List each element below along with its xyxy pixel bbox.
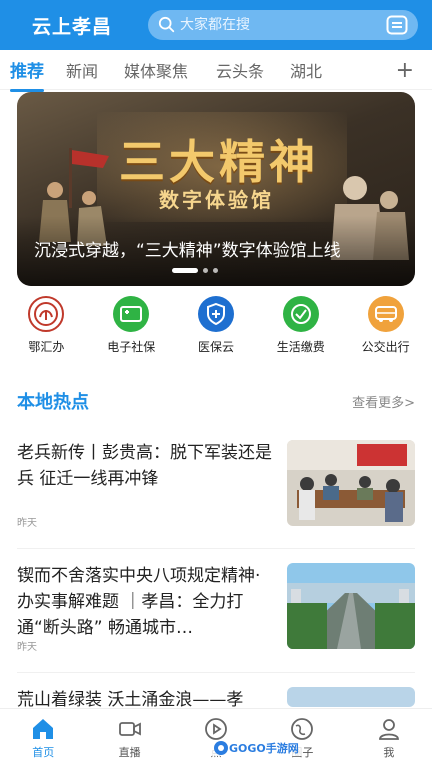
news-item[interactable]: 老兵新传丨彭贵高：脱下军装还是兵 征迁一线再冲锋 昨天	[17, 440, 415, 530]
service-bus-travel[interactable]: 公交出行	[343, 296, 428, 356]
search-bar[interactable]	[148, 10, 418, 40]
play-circle-icon	[205, 718, 227, 740]
service-label: 生活缴费	[276, 340, 325, 354]
app-title: 云上孝昌	[32, 15, 113, 38]
medical-insurance-shield-icon	[197, 296, 234, 332]
service-shortcuts: 鄂汇办 电子社保 医保云 生活缴费 公交出行	[0, 296, 432, 356]
nav-label: 我	[383, 746, 395, 759]
divider	[17, 548, 415, 549]
tab-hubei[interactable]: 湖北	[280, 58, 332, 82]
news-item[interactable]: 锲而不舍落实中央八项规定精神·办实事解难题 ｜孝昌：全力打通“断头路” 畅通城市…	[17, 563, 415, 653]
service-medical-insurance[interactable]: 医保云	[174, 296, 259, 356]
service-label: 医保云	[197, 340, 234, 354]
user-icon	[378, 719, 399, 740]
news-title[interactable]: 老兵新传丨彭贵高：脱下军装还是兵 征迁一线再冲锋	[17, 440, 275, 492]
nav-label: 首页	[32, 746, 55, 759]
news-title[interactable]: 锲而不舍落实中央八项规定精神·办实事解难题 ｜孝昌：全力打通“断头路” 畅通城市…	[17, 563, 275, 641]
carousel-dot-active[interactable]	[172, 268, 198, 273]
bus-icon	[367, 296, 404, 332]
banner-title: 三大精神	[119, 135, 319, 189]
tab-cloud-headline[interactable]: 云头条	[206, 58, 274, 82]
divider	[17, 672, 415, 673]
banner-caption[interactable]: 沉浸式穿越，“三大精神”数字体验馆上线	[34, 236, 406, 261]
carousel-dots	[172, 268, 218, 273]
view-more-link[interactable]: 查看更多>	[352, 392, 415, 411]
nav-me[interactable]: 我	[346, 709, 432, 768]
video-camera-icon	[118, 722, 141, 736]
news-time: 昨天	[17, 642, 37, 653]
checkmark-icon	[282, 296, 319, 332]
news-time: 昨天	[17, 518, 37, 529]
tab-recommend[interactable]: 推荐	[0, 57, 54, 92]
top-header: 云上孝昌	[0, 0, 432, 50]
search-icon	[158, 16, 175, 33]
carousel-dot[interactable]	[203, 268, 208, 273]
channel-tabs: 推荐 新闻 媒体聚焦 云头条 湖北 +	[0, 50, 432, 92]
news-thumbnail[interactable]	[287, 440, 415, 526]
social-security-card-icon	[113, 296, 150, 332]
watermark-logo: GOGO手游网	[210, 740, 302, 756]
carousel-dot[interactable]	[213, 268, 218, 273]
tab-news[interactable]: 新闻	[56, 58, 108, 82]
nav-live[interactable]: 直播	[86, 709, 172, 768]
watermark-text: GOGO手游网	[229, 742, 299, 755]
local-hotspot-header: 本地热点 查看更多>	[17, 388, 415, 414]
home-icon	[33, 719, 54, 739]
service-social-security[interactable]: 电子社保	[89, 296, 174, 356]
nav-home[interactable]: 首页	[0, 709, 86, 768]
nav-label: 直播	[118, 746, 141, 759]
tab-media-focus[interactable]: 媒体聚焦	[114, 58, 198, 82]
service-label: 公交出行	[361, 340, 410, 354]
section-title: 本地热点	[17, 392, 89, 413]
news-thumbnail[interactable]	[287, 563, 415, 649]
banner-carousel[interactable]: 三大精神 数字体验馆 沉浸式穿越，“三大精神”数字体验馆上线	[17, 92, 415, 286]
nav-video[interactable]: 点	[173, 709, 259, 768]
service-label: 电子社保	[107, 340, 156, 354]
scan-icon[interactable]	[386, 15, 408, 35]
bottom-navigation: 首页 直播 点 圈子 我	[0, 708, 432, 768]
service-label: 鄂汇办	[28, 340, 65, 354]
gamepad-icon	[214, 741, 228, 755]
service-ehuiban[interactable]: 鄂汇办	[4, 296, 89, 356]
search-input[interactable]	[180, 17, 386, 33]
globe-icon	[291, 718, 314, 740]
news-thumbnail[interactable]	[287, 687, 415, 707]
banner-subtitle: 数字体验馆	[159, 188, 274, 212]
service-utility-payment[interactable]: 生活缴费	[258, 296, 343, 356]
add-tab-icon[interactable]: +	[396, 58, 414, 83]
nav-circle[interactable]: 圈子	[259, 709, 345, 768]
ehuiban-icon	[28, 296, 65, 332]
